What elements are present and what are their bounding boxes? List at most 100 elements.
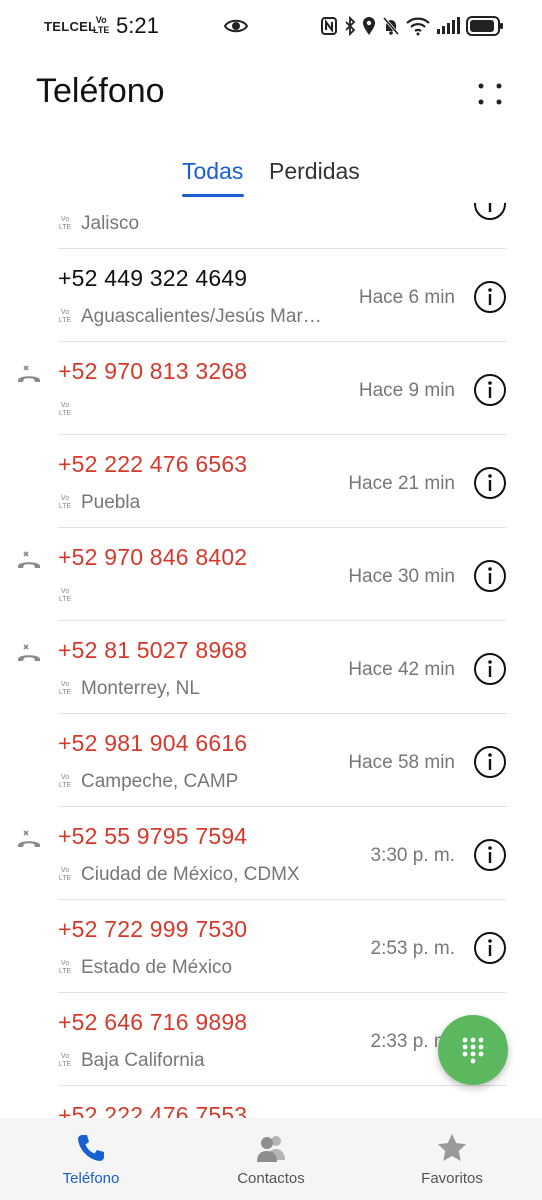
volte-indicator: Vo LTE: [58, 960, 72, 976]
call-time: Hace 9 min: [358, 380, 455, 401]
call-log-list[interactable]: Vo LTE Jalisco +52 449 322 4649 Vo LTE Aguasca…: [0, 203, 542, 1118]
dialpad-icon: [462, 1037, 484, 1064]
call-log-row[interactable]: +52 55 9795 7594 Vo LTE Ciudad de México, C…: [18, 807, 507, 900]
volte-indicator-top: Vo: [60, 774, 70, 781]
dialpad-button[interactable]: [438, 1015, 508, 1085]
call-location: Campeche, CAMP: [81, 771, 239, 792]
status-bar: TELCEL Vo LTE 5:21: [0, 0, 542, 52]
volte-indicator-top: Vo: [60, 960, 70, 967]
call-location: Baja California: [81, 1050, 205, 1071]
nav-phone-label: Teléfono: [62, 1170, 120, 1187]
status-clock: 5:21: [116, 13, 159, 38]
volte-indicator: Vo LTE: [58, 867, 72, 883]
volte-indicator: Vo LTE: [58, 309, 72, 325]
call-info-icon[interactable]: [473, 203, 507, 221]
volte-badge-bottom: LTE: [93, 25, 110, 35]
volte-indicator: Vo LTE: [58, 495, 72, 511]
call-info-icon[interactable]: [473, 652, 507, 686]
call-location: Aguascalientes/Jesús Mar…: [81, 306, 322, 327]
missed-call-icon: [18, 644, 40, 661]
page-title: Teléfono: [36, 72, 165, 110]
nav-favorites[interactable]: Favoritos: [387, 1118, 517, 1200]
call-log-row[interactable]: Vo LTE Jalisco: [58, 203, 507, 249]
volte-indicator-bottom: LTE: [58, 317, 72, 324]
call-subline: Vo LTE Ciudad de México, CDMX: [58, 864, 300, 886]
call-info-icon[interactable]: [473, 559, 507, 593]
call-location: Monterrey, NL: [81, 678, 200, 699]
call-number: +52 981 904 6616: [58, 730, 248, 756]
volte-indicator-bottom: LTE: [58, 875, 72, 882]
volte-indicator: Vo LTE: [58, 588, 72, 604]
call-number: +52 81 5027 8968: [58, 637, 248, 663]
call-log-row[interactable]: +52 981 904 6616 Vo LTE Campeche, CAMP Hace …: [58, 714, 507, 807]
call-location: Jalisco: [81, 213, 140, 234]
star-icon: [438, 1134, 466, 1161]
call-log-row[interactable]: +52 970 846 8402 Vo LTE Hace 30 min: [18, 528, 507, 621]
missed-call-icon: [18, 830, 40, 847]
call-info-icon[interactable]: [473, 931, 507, 965]
call-subline: Vo LTE Jalisco: [58, 213, 139, 235]
call-number: +52 646 716 9898: [58, 1009, 248, 1035]
volte-indicator-bottom: LTE: [58, 968, 72, 975]
call-info-icon[interactable]: [473, 838, 507, 872]
call-subline: Vo LTE Baja California: [58, 1050, 205, 1072]
call-number: +52 55 9795 7594: [58, 823, 248, 849]
nav-phone[interactable]: Teléfono: [26, 1118, 156, 1200]
volte-badge: Vo LTE: [93, 15, 109, 35]
call-subline: Vo LTE Puebla: [58, 492, 140, 514]
volte-indicator-top: Vo: [60, 867, 70, 874]
volte-indicator-bottom: LTE: [58, 410, 72, 417]
bluetooth-icon: [345, 16, 356, 36]
call-time: Hace 42 min: [348, 659, 455, 680]
volte-indicator: Vo LTE: [58, 774, 72, 790]
volte-indicator-bottom: LTE: [58, 596, 72, 603]
volte-indicator-bottom: LTE: [58, 224, 72, 231]
more-options-icon[interactable]: [474, 80, 506, 108]
call-time: Hace 21 min: [348, 473, 455, 494]
volte-indicator-bottom: LTE: [58, 782, 72, 789]
volte-badge-top: Vo: [95, 15, 107, 25]
call-number: +52 970 813 3268: [58, 358, 248, 384]
phone-icon: [78, 1135, 104, 1161]
phone-app-screen: TELCEL Vo LTE 5:21 Teléfono Todas Perdid…: [0, 0, 542, 1200]
call-info-icon[interactable]: [473, 745, 507, 779]
eye-icon: [223, 19, 249, 33]
call-info-icon[interactable]: [473, 373, 507, 407]
call-time: 2:53 p. m.: [370, 938, 456, 959]
battery-icon: [466, 16, 503, 36]
volte-indicator: Vo LTE: [58, 1053, 72, 1069]
tab-missed[interactable]: Perdidas: [269, 158, 360, 198]
call-subline: Vo LTE Aguascalientes/Jesús Mar…: [58, 306, 322, 328]
nav-contacts[interactable]: Contactos: [206, 1118, 336, 1200]
call-log-row[interactable]: +52 722 999 7530 Vo LTE Estado de México 2:5…: [58, 900, 507, 993]
call-log-row[interactable]: +52 81 5027 8968 Vo LTE Monterrey, NL Hace 4…: [18, 621, 507, 714]
nfc-icon: [321, 17, 337, 35]
call-time: 3:30 p. m.: [370, 845, 456, 866]
call-subline: Vo LTE Monterrey, NL: [58, 678, 200, 700]
tab-indicator: [182, 194, 244, 197]
call-location: Puebla: [81, 492, 141, 513]
call-subline: Vo LTE Estado de México: [58, 957, 232, 979]
call-time: Hace 58 min: [348, 752, 455, 773]
call-log-row[interactable]: +52 222 476 6563 Vo LTE Puebla Hace 21 min: [58, 435, 507, 528]
missed-call-icon: [18, 365, 40, 382]
wifi-icon: [406, 17, 430, 36]
volte-indicator: Vo LTE: [58, 402, 72, 418]
location-icon: [363, 17, 375, 35]
call-subline: Vo LTE: [58, 585, 81, 607]
call-info-icon[interactable]: [473, 466, 507, 500]
call-log-row[interactable]: +52 222 476 7553VoLTE: [58, 1086, 507, 1118]
volte-indicator: Vo LTE: [58, 681, 72, 697]
volte-indicator-top: Vo: [60, 216, 70, 223]
call-log-row[interactable]: +52 970 813 3268 Vo LTE Hace 9 min: [18, 342, 507, 435]
tab-all[interactable]: Todas: [182, 158, 243, 198]
call-info-icon[interactable]: [473, 280, 507, 314]
call-time: Hace 30 min: [348, 566, 455, 587]
volte-indicator-top: Vo: [60, 1053, 70, 1060]
muted-bell-icon: [382, 17, 400, 35]
volte-indicator-top: Vo: [60, 309, 70, 316]
volte-indicator-bottom: LTE: [58, 1061, 72, 1068]
call-number: +52 970 846 8402: [58, 544, 248, 570]
volte-indicator-top: Vo: [60, 495, 70, 502]
call-log-row[interactable]: +52 449 322 4649 Vo LTE Aguascalientes/Jesú…: [58, 249, 507, 342]
